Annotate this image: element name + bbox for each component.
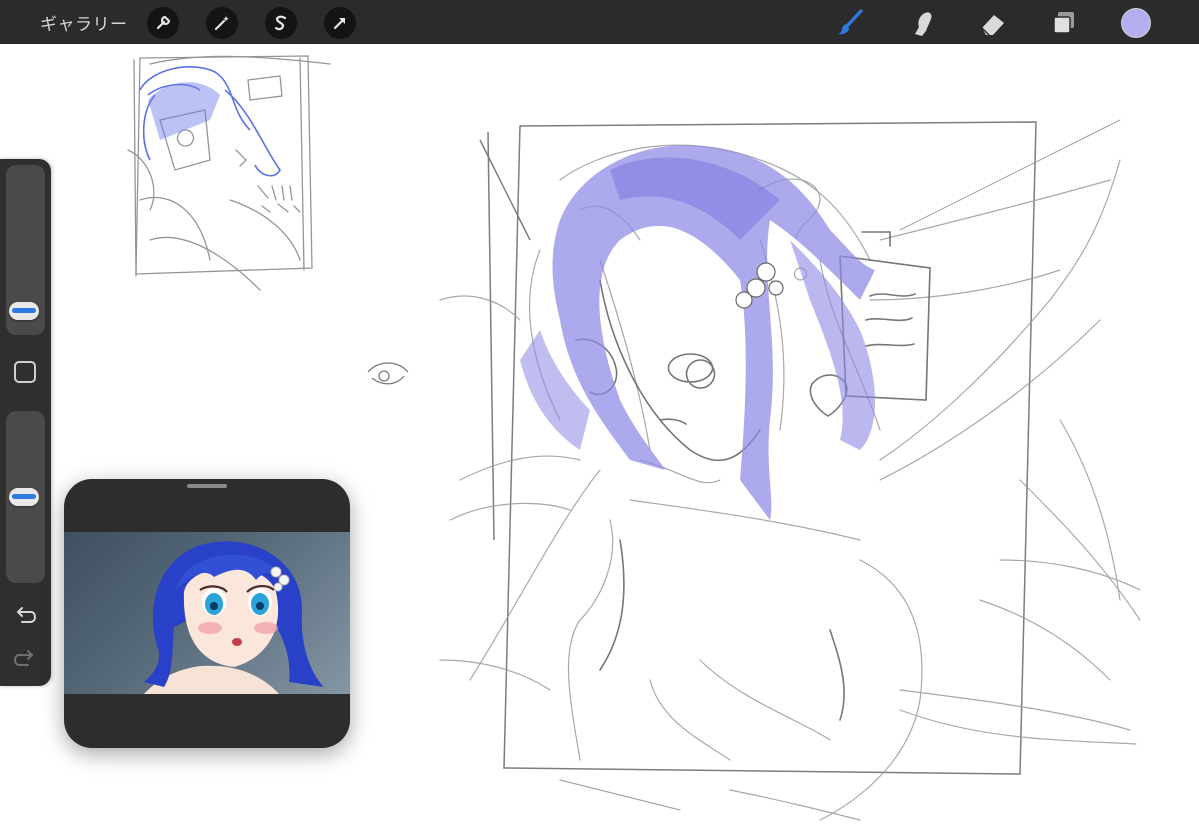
top-toolbar: ギャラリー (0, 0, 1199, 44)
gallery-button[interactable]: ギャラリー (40, 10, 128, 35)
eraser-icon[interactable] (976, 6, 1010, 40)
wrench-icon[interactable] (147, 7, 179, 39)
left-sidebar (0, 159, 51, 686)
color-swatch[interactable] (1121, 8, 1151, 38)
brush-size-knob[interactable] (9, 302, 39, 320)
selection-icon[interactable] (265, 7, 297, 39)
redo-icon[interactable] (10, 646, 40, 672)
layers-icon[interactable] (1047, 6, 1081, 40)
reference-image (64, 532, 350, 694)
reference-window[interactable] (64, 479, 350, 748)
opacity-slider[interactable] (6, 411, 45, 583)
reference-drag-handle[interactable] (187, 484, 227, 488)
brush-icon[interactable] (833, 6, 867, 40)
opacity-knob[interactable] (9, 488, 39, 506)
magic-wand-icon[interactable] (206, 7, 238, 39)
undo-icon[interactable] (10, 603, 40, 629)
brush-size-slider[interactable] (6, 165, 45, 335)
smudge-icon[interactable] (904, 6, 938, 40)
transform-arrow-icon[interactable] (324, 7, 356, 39)
modify-square-icon[interactable] (14, 361, 36, 383)
